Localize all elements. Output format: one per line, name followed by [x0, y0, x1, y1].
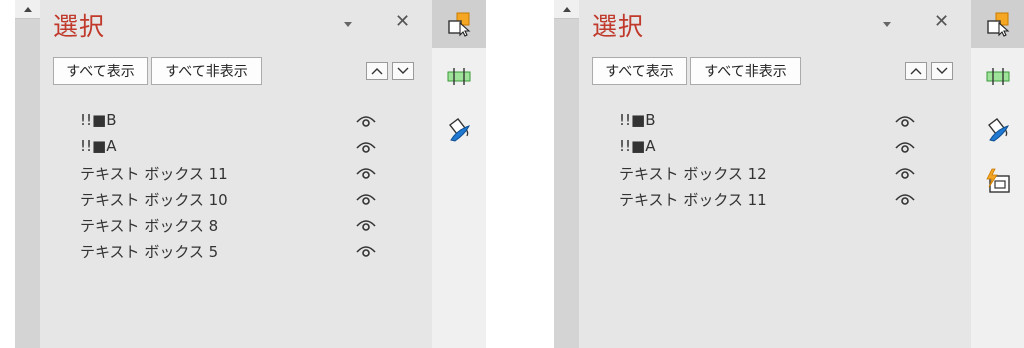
pane-title: 選択 — [53, 12, 106, 41]
object-name: !!■B — [619, 111, 656, 129]
align-icon — [986, 68, 1010, 85]
list-item[interactable]: !!■A — [40, 135, 432, 161]
object-name: テキスト ボックス 12 — [619, 165, 767, 183]
object-name: テキスト ボックス 8 — [80, 217, 219, 235]
object-name: !!■B — [80, 111, 117, 129]
animation-tool[interactable] — [971, 158, 1024, 206]
chevron-down-icon — [397, 67, 409, 74]
list-item[interactable]: テキスト ボックス 12 — [579, 161, 971, 187]
eye-icon[interactable] — [355, 191, 377, 207]
eye-icon[interactable] — [894, 139, 916, 155]
pane-options-dropdown-icon[interactable] — [883, 22, 891, 27]
eye-icon[interactable] — [355, 217, 377, 233]
bring-forward-button[interactable] — [905, 62, 927, 80]
pane-title: 選択 — [592, 12, 645, 41]
scroll-up-arrow-icon[interactable] — [554, 0, 579, 19]
eye-icon[interactable] — [355, 113, 377, 129]
object-name: テキスト ボックス 5 — [80, 243, 219, 261]
send-backward-button[interactable] — [931, 62, 953, 80]
side-toolbar — [971, 0, 1024, 348]
bring-forward-button[interactable] — [366, 62, 388, 80]
list-item[interactable]: テキスト ボックス 8 — [40, 213, 432, 239]
hide-all-button[interactable]: すべて非表示 — [151, 57, 262, 85]
selection-pane-body: 選択 ✕ すべて表示 すべて非表示 !!■B !!■A テキスト ボックス 12 — [579, 0, 971, 348]
object-name: テキスト ボックス 11 — [619, 191, 767, 209]
selection-pane-tool[interactable] — [432, 0, 486, 48]
format-paint-icon — [988, 118, 1009, 142]
object-name: !!■A — [80, 137, 117, 155]
close-icon[interactable]: ✕ — [395, 12, 410, 32]
list-item[interactable]: !!■B — [40, 109, 432, 135]
side-toolbar — [432, 0, 486, 348]
object-name: !!■A — [619, 137, 656, 155]
object-name: テキスト ボックス 10 — [80, 191, 228, 209]
list-item[interactable]: テキスト ボックス 11 — [40, 161, 432, 187]
close-icon[interactable]: ✕ — [934, 12, 949, 32]
list-item[interactable]: テキスト ボックス 5 — [40, 239, 432, 265]
scrollbar-track[interactable] — [15, 0, 40, 348]
animation-icon — [986, 168, 1010, 193]
object-name: テキスト ボックス 11 — [80, 165, 228, 183]
list-item[interactable]: テキスト ボックス 10 — [40, 187, 432, 213]
eye-icon[interactable] — [894, 113, 916, 129]
format-paint-icon — [449, 118, 470, 142]
list-item[interactable]: テキスト ボックス 11 — [579, 187, 971, 213]
eye-icon[interactable] — [894, 191, 916, 207]
list-item[interactable]: !!■B — [579, 109, 971, 135]
hide-all-button[interactable]: すべて非表示 — [690, 57, 801, 85]
scrollbar-track[interactable] — [554, 0, 579, 348]
selection-pane-left: 選択 ✕ すべて表示 すべて非表示 !!■B !!■A テキスト ボックス 11 — [0, 0, 486, 348]
eye-icon[interactable] — [355, 243, 377, 259]
send-backward-button[interactable] — [392, 62, 414, 80]
selection-pane-right: 選択 ✕ すべて表示 すべて非表示 !!■B !!■A テキスト ボックス 12 — [539, 0, 1024, 348]
selection-pane-tool[interactable] — [971, 0, 1024, 48]
list-item[interactable]: !!■A — [579, 135, 971, 161]
chevron-up-icon — [371, 68, 383, 75]
scroll-up-arrow-icon[interactable] — [15, 0, 40, 19]
eye-icon[interactable] — [355, 139, 377, 155]
selection-pane-icon — [448, 12, 471, 37]
show-all-button[interactable]: すべて表示 — [592, 57, 687, 85]
chevron-down-icon — [936, 67, 948, 74]
format-tool[interactable] — [432, 106, 486, 154]
selection-pane-body: 選択 ✕ すべて表示 すべて非表示 !!■B !!■A テキスト ボックス 11 — [40, 0, 432, 348]
object-list: !!■B !!■A テキスト ボックス 12 テキスト ボックス 11 — [579, 109, 971, 213]
align-tool[interactable] — [971, 52, 1024, 100]
object-list: !!■B !!■A テキスト ボックス 11 テキスト ボックス 10 テキスト… — [40, 109, 432, 265]
align-tool[interactable] — [432, 52, 486, 100]
align-icon — [447, 68, 471, 85]
chevron-up-icon — [910, 68, 922, 75]
eye-icon[interactable] — [894, 165, 916, 181]
selection-pane-icon — [987, 12, 1010, 37]
format-tool[interactable] — [971, 106, 1024, 154]
pane-options-dropdown-icon[interactable] — [344, 22, 352, 27]
eye-icon[interactable] — [355, 165, 377, 181]
show-all-button[interactable]: すべて表示 — [53, 57, 148, 85]
